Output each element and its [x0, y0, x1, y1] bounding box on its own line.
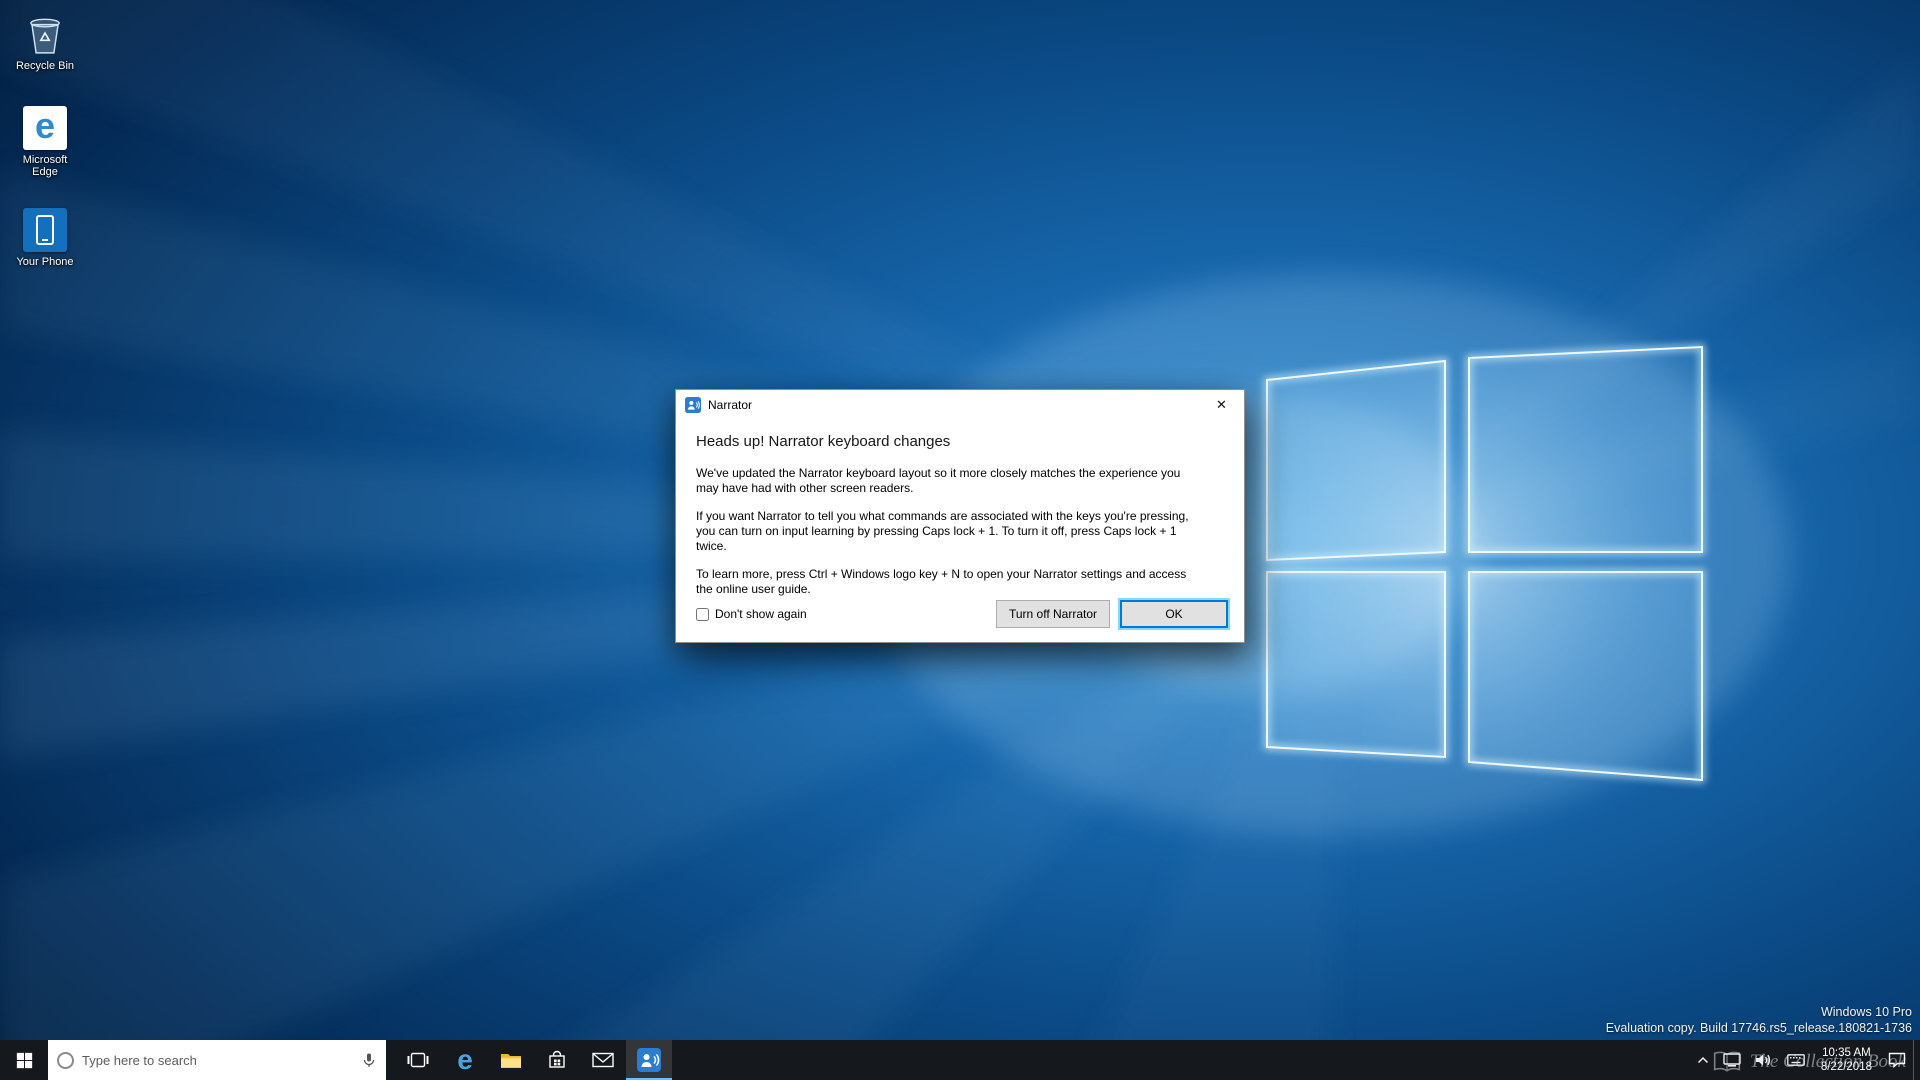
close-icon[interactable]: ✕ — [1199, 391, 1244, 420]
chevron-up-icon — [1697, 1056, 1709, 1064]
your-phone-icon — [23, 208, 67, 252]
dialog-heading: Heads up! Narrator keyboard changes — [696, 433, 1206, 450]
tray-date: 8/22/2018 — [1821, 1060, 1872, 1074]
dont-show-again: Don't show again — [696, 607, 807, 621]
desktop-icon-recycle-bin[interactable]: Recycle Bin — [1, 10, 89, 72]
evaluation-watermark: Windows 10 Pro Evaluation copy. Build 17… — [1606, 1004, 1912, 1036]
dialog-title: Narrator — [708, 398, 752, 412]
show-desktop-button[interactable] — [1913, 1040, 1920, 1080]
dialog-footer: Don't show again Turn off Narrator OK — [696, 600, 1228, 628]
action-center-button[interactable] — [1881, 1040, 1913, 1080]
touch-keyboard-button[interactable] — [1780, 1040, 1812, 1080]
action-center-icon — [1888, 1052, 1906, 1068]
task-view-icon — [407, 1051, 429, 1069]
narrator-icon — [637, 1048, 661, 1072]
dialog-body: Heads up! Narrator keyboard changes We'v… — [676, 420, 1244, 597]
taskbar-search[interactable] — [48, 1040, 386, 1080]
store-button[interactable] — [534, 1040, 580, 1080]
edge-icon: e — [457, 1046, 473, 1074]
file-explorer-button[interactable] — [488, 1040, 534, 1080]
volume-icon — [1755, 1053, 1773, 1067]
show-hidden-icons-button[interactable] — [1690, 1040, 1716, 1080]
dont-show-again-checkbox[interactable] — [696, 608, 709, 621]
network-icon — [1723, 1053, 1741, 1067]
task-view-button[interactable] — [394, 1040, 442, 1080]
network-tray-button[interactable] — [1716, 1040, 1748, 1080]
windows-edition: Windows 10 Pro — [1606, 1004, 1912, 1020]
dialog-titlebar[interactable]: Narrator ✕ — [676, 390, 1244, 420]
mail-button[interactable] — [580, 1040, 626, 1080]
icon-label: Recycle Bin — [16, 60, 74, 72]
store-icon — [547, 1050, 567, 1070]
checkbox-label: Don't show again — [715, 607, 807, 621]
narrator-taskbar-button[interactable] — [626, 1040, 672, 1080]
build-string: Evaluation copy. Build 17746.rs5_release… — [1606, 1020, 1912, 1036]
narrator-dialog: Narrator ✕ Heads up! Narrator keyboard c… — [675, 389, 1245, 643]
ok-button[interactable]: OK — [1120, 600, 1228, 628]
file-explorer-icon — [500, 1051, 522, 1069]
keyboard-icon — [1787, 1054, 1805, 1066]
search-input[interactable] — [82, 1053, 353, 1068]
dialog-paragraph: To learn more, press Ctrl + Windows logo… — [696, 567, 1206, 597]
cortana-icon — [57, 1052, 74, 1069]
desktop-icon-your-phone[interactable]: Your Phone — [1, 208, 89, 268]
edge-taskbar-button[interactable]: e — [442, 1040, 488, 1080]
tray-time: 10:35 AM — [1821, 1046, 1872, 1060]
dialog-paragraph: We've updated the Narrator keyboard layo… — [696, 466, 1206, 496]
recycle-bin-icon — [24, 10, 66, 56]
narrator-dialog-icon — [685, 397, 701, 413]
desktop-icon-microsoft-edge[interactable]: e Microsoft Edge — [1, 106, 89, 178]
volume-tray-button[interactable] — [1748, 1040, 1780, 1080]
taskbar: e — [0, 1040, 1920, 1080]
turn-off-narrator-button[interactable]: Turn off Narrator — [996, 600, 1110, 628]
microphone-icon[interactable] — [361, 1052, 377, 1068]
dialog-paragraph: If you want Narrator to tell you what co… — [696, 509, 1206, 554]
windows-start-icon — [16, 1052, 33, 1069]
edge-icon: e — [23, 106, 67, 150]
mail-icon — [592, 1052, 614, 1068]
tray-clock[interactable]: 10:35 AM 8/22/2018 — [1812, 1040, 1881, 1080]
icon-label: Your Phone — [16, 256, 73, 268]
start-button[interactable] — [0, 1040, 48, 1080]
icon-label: Microsoft Edge — [12, 154, 78, 178]
system-tray: 10:35 AM 8/22/2018 — [1690, 1040, 1920, 1080]
desktop: Recycle Bin e Microsoft Edge Your Phone … — [0, 0, 1920, 1080]
